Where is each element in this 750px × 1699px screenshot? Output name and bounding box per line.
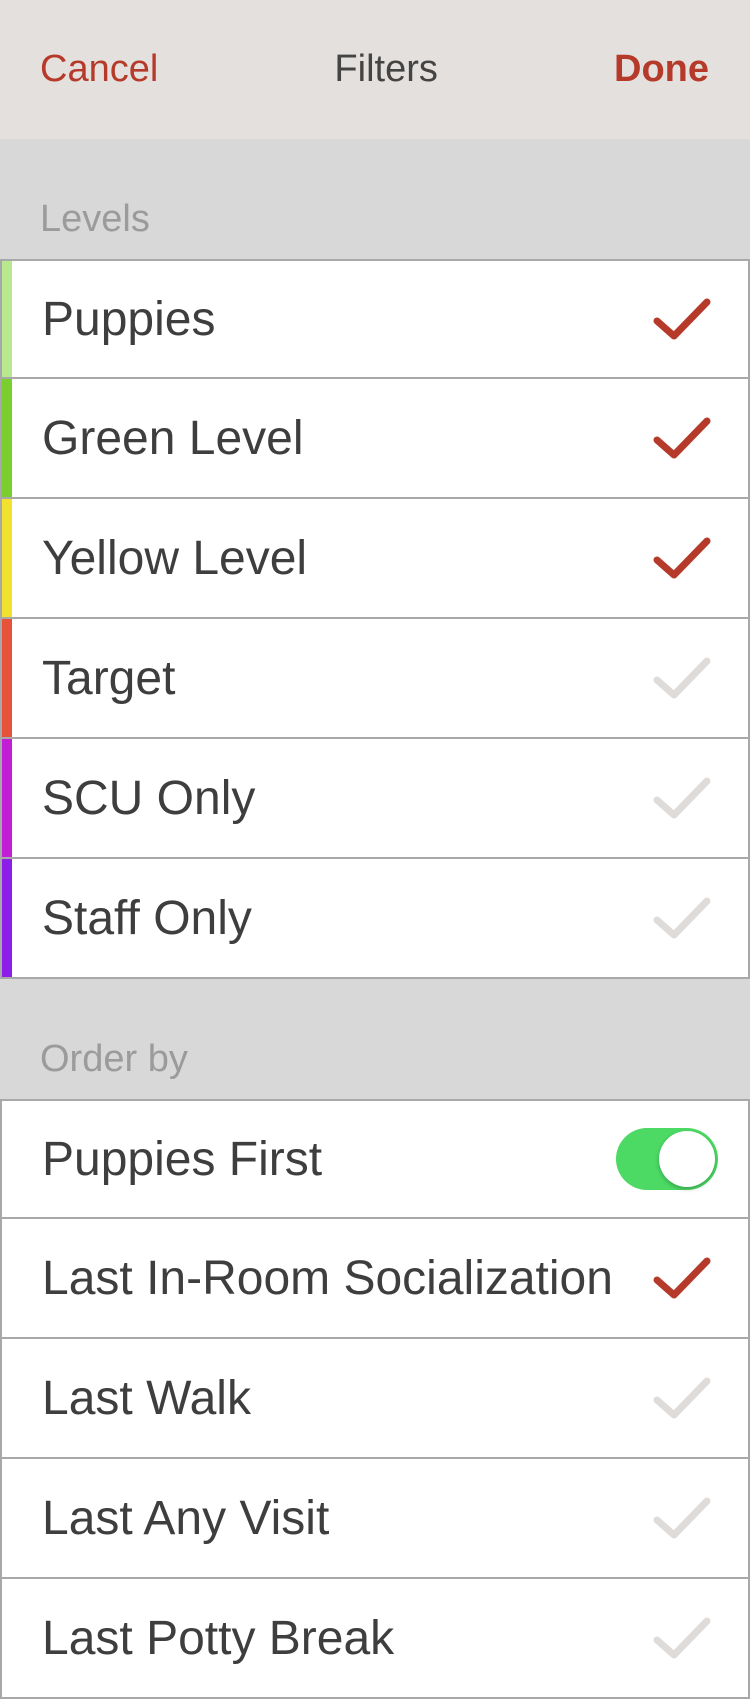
level-row-green-level[interactable]: Green Level bbox=[0, 379, 750, 499]
level-color-bar bbox=[2, 859, 12, 977]
checkmark-icon bbox=[653, 1257, 711, 1299]
level-row-staff-only[interactable]: Staff Only bbox=[0, 859, 750, 979]
puppies-first-toggle[interactable] bbox=[616, 1128, 718, 1190]
level-color-bar bbox=[2, 261, 12, 377]
level-row-puppies[interactable]: Puppies bbox=[0, 259, 750, 379]
checkmark-icon bbox=[653, 1617, 711, 1659]
puppies-first-row: Puppies First bbox=[0, 1099, 750, 1219]
puppies-first-label: Puppies First bbox=[42, 1132, 323, 1186]
toggle-knob bbox=[659, 1131, 715, 1187]
cancel-button[interactable]: Cancel bbox=[40, 48, 158, 91]
nav-bar: Cancel Filters Done bbox=[0, 0, 750, 139]
level-label: Yellow Level bbox=[42, 531, 308, 585]
order-row-last-any-visit[interactable]: Last Any Visit bbox=[0, 1459, 750, 1579]
order-by-list: Puppies First Last In-Room Socialization… bbox=[0, 1099, 750, 1699]
page-title: Filters bbox=[334, 48, 438, 90]
order-row-last-walk[interactable]: Last Walk bbox=[0, 1339, 750, 1459]
level-row-yellow-level[interactable]: Yellow Level bbox=[0, 499, 750, 619]
level-color-bar bbox=[2, 379, 12, 497]
checkmark-icon bbox=[653, 897, 711, 939]
level-label: SCU Only bbox=[42, 771, 256, 825]
levels-section-header: Levels bbox=[40, 198, 150, 240]
order-label: Last Potty Break bbox=[42, 1611, 395, 1665]
levels-list: Puppies Green Level Yellow Level Target … bbox=[0, 259, 750, 979]
checkmark-icon bbox=[653, 1497, 711, 1539]
checkmark-icon bbox=[653, 537, 711, 579]
checkmark-icon bbox=[653, 657, 711, 699]
level-color-bar bbox=[2, 619, 12, 737]
level-color-bar bbox=[2, 499, 12, 617]
checkmark-icon bbox=[653, 1377, 711, 1419]
order-row-last-in-room-socialization[interactable]: Last In-Room Socialization bbox=[0, 1219, 750, 1339]
done-button[interactable]: Done bbox=[614, 48, 709, 91]
checkmark-icon bbox=[653, 777, 711, 819]
level-label: Staff Only bbox=[42, 891, 252, 945]
order-label: Last In-Room Socialization bbox=[42, 1251, 613, 1305]
level-label: Green Level bbox=[42, 411, 304, 465]
order-label: Last Walk bbox=[42, 1371, 251, 1425]
level-row-target[interactable]: Target bbox=[0, 619, 750, 739]
checkmark-icon bbox=[653, 298, 711, 340]
level-label: Target bbox=[42, 651, 176, 705]
checkmark-icon bbox=[653, 417, 711, 459]
level-row-scu-only[interactable]: SCU Only bbox=[0, 739, 750, 859]
order-label: Last Any Visit bbox=[42, 1491, 330, 1545]
order-row-last-potty-break[interactable]: Last Potty Break bbox=[0, 1579, 750, 1699]
level-color-bar bbox=[2, 739, 12, 857]
level-label: Puppies bbox=[42, 292, 216, 346]
order-by-section-header: Order by bbox=[40, 1038, 188, 1080]
